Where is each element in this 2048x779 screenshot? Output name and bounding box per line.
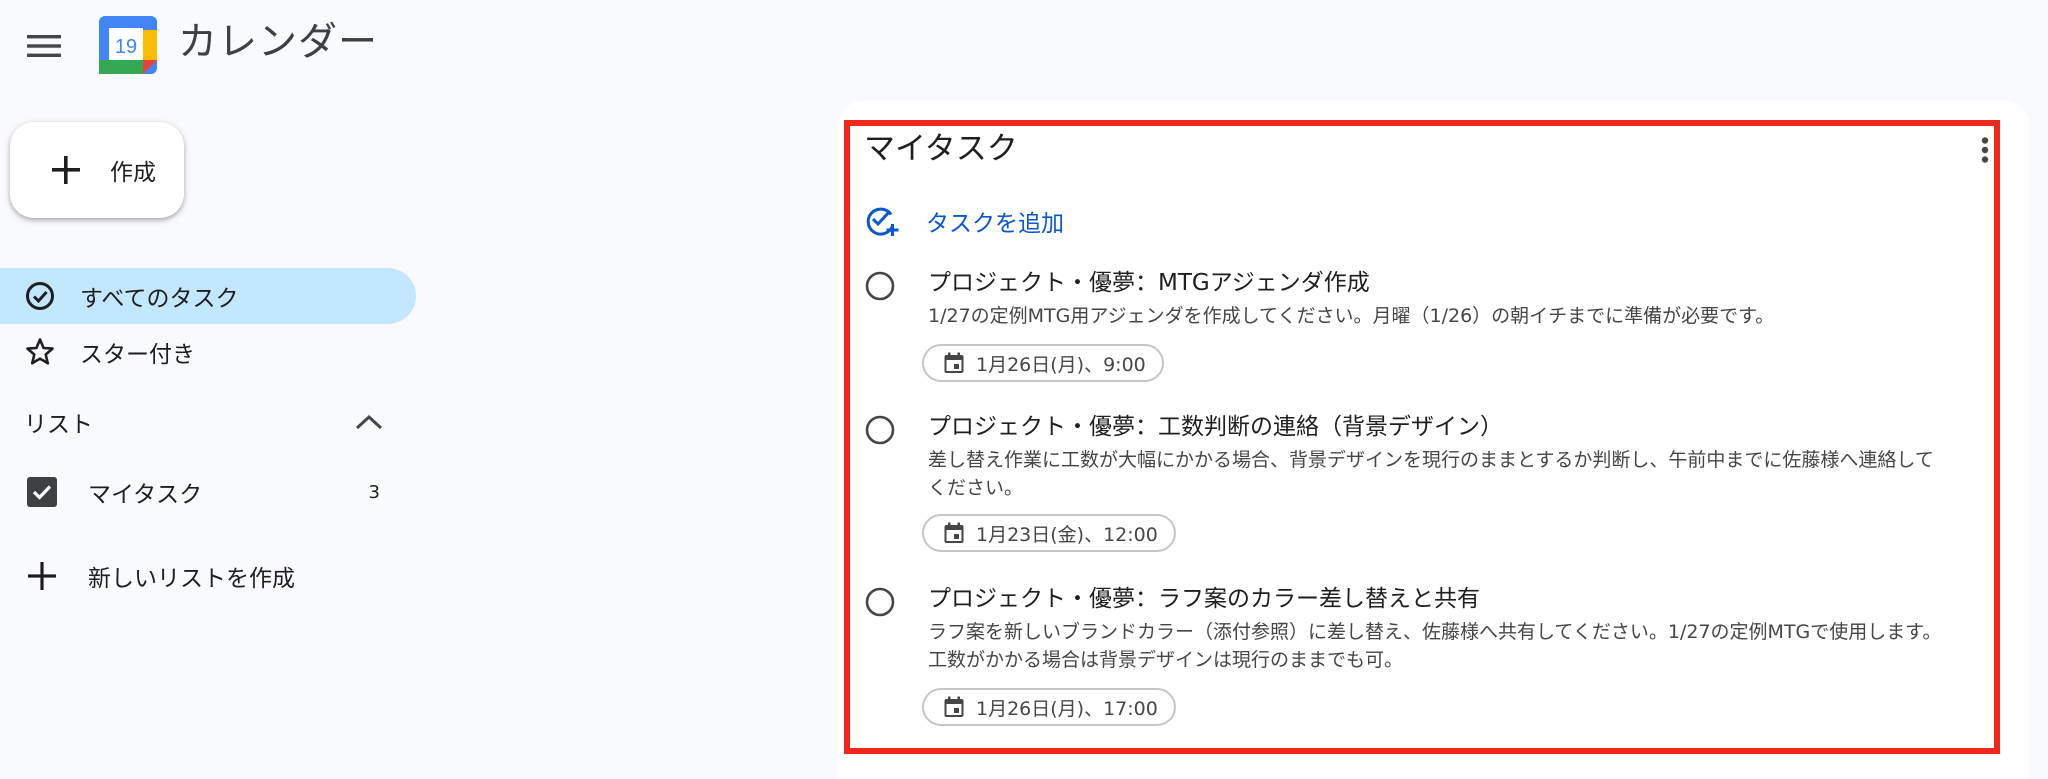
- task-title: プロジェクト・優夢：工数判断の連絡（背景デザイン）: [928, 414, 1503, 440]
- more-options-button[interactable]: [1972, 132, 1998, 168]
- due-date-chip[interactable]: 1月26日(月)、17:00: [922, 688, 1176, 726]
- lists-heading: リスト: [24, 412, 93, 438]
- main-menu-button[interactable]: [18, 20, 70, 72]
- calendar-logo[interactable]: 19: [99, 16, 157, 74]
- task-item[interactable]: プロジェクト・優夢：工数判断の連絡（背景デザイン） 差し替え作業に工数が大幅にか…: [864, 410, 1984, 560]
- plus-icon: [26, 560, 58, 592]
- list-item-count: 3: [368, 481, 380, 503]
- plus-icon: [46, 150, 86, 190]
- sidebar-item-label: すべてのタスク: [80, 286, 239, 312]
- checked-checkbox-icon[interactable]: [26, 476, 58, 508]
- task-title: プロジェクト・優夢：MTGアジェンダ作成: [928, 270, 1370, 296]
- task-description: 差し替え作業に工数が大幅にかかる場合、背景デザインを現行のままとするか判断し、午…: [928, 449, 1934, 499]
- panel-title: マイタスク: [864, 131, 1018, 167]
- svg-text:19: 19: [115, 36, 137, 58]
- due-date-chip[interactable]: 1月26日(月)、9:00: [922, 344, 1164, 382]
- calendar-icon: [942, 351, 966, 375]
- due-date-label: 1月26日(月)、17:00: [976, 697, 1158, 720]
- task-description: 1/27の定例MTG用アジェンダを作成してください。月曜（1/26）の朝イチまで…: [928, 305, 1775, 327]
- sidebar-item-starred[interactable]: スター付き: [0, 324, 416, 380]
- calendar-icon: [942, 695, 966, 719]
- create-button-label: 作成: [110, 160, 156, 186]
- list-item-label: マイタスク: [88, 482, 203, 508]
- lists-section-header[interactable]: リスト: [24, 402, 384, 442]
- add-task-label: タスクを追加: [926, 211, 1064, 237]
- hamburger-menu-icon: [27, 33, 61, 59]
- task-description: ラフ案を新しいブランドカラー（添付参照）に差し替え、佐藤様へ共有してください。1…: [928, 621, 1942, 671]
- create-new-list-label: 新しいリストを作成: [88, 566, 295, 592]
- add-task-icon: [864, 203, 900, 239]
- create-new-list-button[interactable]: 新しいリストを作成: [26, 556, 295, 596]
- due-date-label: 1月23日(金)、12:00: [976, 523, 1158, 546]
- chevron-up-icon[interactable]: [354, 412, 384, 432]
- app-title: カレンダー: [178, 20, 379, 65]
- sidebar-item-all-tasks[interactable]: すべてのタスク: [0, 268, 416, 324]
- task-item[interactable]: プロジェクト・優夢：ラフ案のカラー差し替えと共有 ラフ案を新しいブランドカラー（…: [864, 582, 1984, 732]
- star-icon: [24, 336, 56, 368]
- check-circle-icon: [24, 280, 56, 312]
- add-task-button[interactable]: タスクを追加: [864, 200, 1064, 242]
- more-vert-icon: [1981, 137, 1989, 163]
- due-date-chip[interactable]: 1月23日(金)、12:00: [922, 514, 1176, 552]
- create-button[interactable]: 作成: [10, 122, 184, 218]
- radio-circle-icon[interactable]: [864, 270, 896, 302]
- sidebar-item-label: スター付き: [80, 342, 195, 368]
- list-item-my-tasks[interactable]: マイタスク 3: [26, 472, 386, 512]
- task-title: プロジェクト・優夢：ラフ案のカラー差し替えと共有: [928, 586, 1480, 612]
- radio-circle-icon[interactable]: [864, 414, 896, 446]
- radio-circle-icon[interactable]: [864, 586, 896, 618]
- calendar-icon: [942, 521, 966, 545]
- task-item[interactable]: プロジェクト・優夢：MTGアジェンダ作成 1/27の定例MTG用アジェンダを作成…: [864, 266, 1984, 386]
- due-date-label: 1月26日(月)、9:00: [976, 353, 1146, 376]
